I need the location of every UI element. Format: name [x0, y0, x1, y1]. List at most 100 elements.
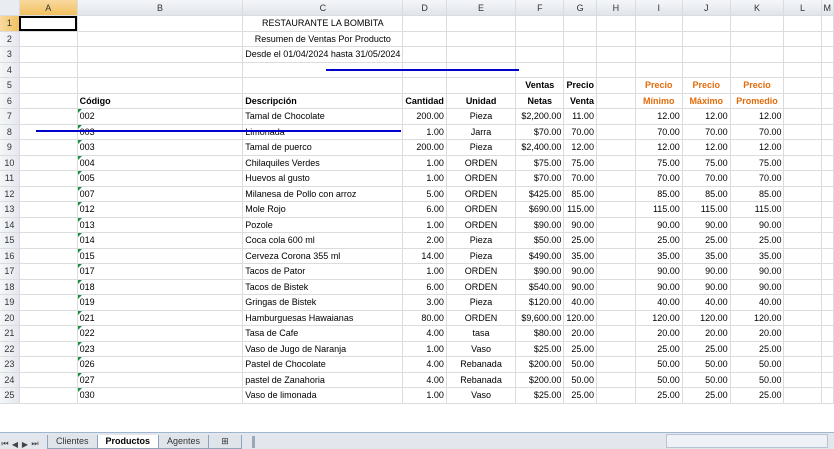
column-header-f[interactable]: F	[515, 0, 565, 16]
cell-c6[interactable]: Descripción	[242, 93, 404, 109]
cell-b17[interactable]: 017	[77, 263, 244, 280]
cell-h9[interactable]	[596, 139, 636, 156]
cell-m7[interactable]	[821, 108, 834, 125]
column-header-e[interactable]: E	[446, 0, 517, 16]
cell-g19[interactable]: 40.00	[563, 294, 597, 311]
cell-l24[interactable]	[783, 372, 822, 388]
cell-f9[interactable]: $2,400.00	[515, 139, 565, 156]
cell-f22[interactable]: $25.00	[515, 341, 565, 357]
cell-h20[interactable]	[596, 310, 636, 326]
cell-h15[interactable]	[596, 232, 636, 249]
cell-g18[interactable]: 90.00	[563, 279, 597, 295]
cell-a11[interactable]	[19, 170, 78, 187]
cell-b9[interactable]: 003	[77, 139, 244, 156]
cell-b15[interactable]: 014	[77, 232, 244, 249]
cell-c25[interactable]: Vaso de limonada	[242, 387, 404, 404]
row-header[interactable]: 16	[0, 248, 20, 264]
cell-i17[interactable]: 90.00	[635, 263, 683, 280]
row-header[interactable]: 15	[0, 232, 20, 249]
cell-k3[interactable]	[730, 46, 785, 63]
cell-m4[interactable]	[821, 62, 834, 78]
cell-h12[interactable]	[596, 186, 636, 202]
cell-c12[interactable]: Milanesa de Pollo con arroz	[242, 186, 404, 202]
cell-d19[interactable]: 3.00	[402, 294, 447, 311]
row-header[interactable]: 9	[0, 139, 20, 156]
cell-d21[interactable]: 4.00	[402, 325, 447, 342]
cell-a2[interactable]	[19, 31, 78, 47]
cell-e5[interactable]	[446, 77, 517, 94]
cell-c11[interactable]: Huevos al gusto	[242, 170, 404, 187]
cell-e20[interactable]: ORDEN	[446, 310, 517, 326]
cell-b11[interactable]: 005	[77, 170, 244, 187]
cell-g7[interactable]: 11.00	[563, 108, 597, 125]
row-header[interactable]: 7	[0, 108, 20, 125]
cell-d10[interactable]: 1.00	[402, 155, 447, 171]
cell-c24[interactable]: pastel de Zanahoria	[242, 372, 404, 388]
cell-j13[interactable]: 115.00	[682, 201, 731, 218]
cell-l20[interactable]	[783, 310, 822, 326]
cell-l15[interactable]	[783, 232, 822, 249]
cell-j8[interactable]: 70.00	[682, 124, 731, 140]
column-header-d[interactable]: D	[402, 0, 447, 16]
row-header[interactable]: 3	[0, 46, 20, 63]
cell-c2[interactable]: Resumen de Ventas Por Producto	[242, 31, 404, 47]
cell-j2[interactable]	[682, 31, 731, 47]
cell-f11[interactable]: $70.00	[515, 170, 565, 187]
cell-c7[interactable]: Tamal de Chocolate	[242, 108, 404, 125]
cell-g17[interactable]: 90.00	[563, 263, 597, 280]
cell-f25[interactable]: $25.00	[515, 387, 565, 404]
cell-a18[interactable]	[19, 279, 78, 295]
cell-i6[interactable]: Mínimo	[635, 93, 683, 109]
cell-i14[interactable]: 90.00	[635, 217, 683, 233]
cell-g2[interactable]	[563, 31, 597, 47]
cell-f19[interactable]: $120.00	[515, 294, 565, 311]
cell-l23[interactable]	[783, 356, 822, 373]
cell-g13[interactable]: 115.00	[563, 201, 597, 218]
cell-h18[interactable]	[596, 279, 636, 295]
cell-k19[interactable]: 40.00	[730, 294, 785, 311]
cell-d2[interactable]	[402, 31, 447, 47]
column-header-a[interactable]: A	[19, 0, 78, 16]
cell-g23[interactable]: 50.00	[563, 356, 597, 373]
cell-e24[interactable]: Rebanada	[446, 372, 517, 388]
cell-b5[interactable]	[77, 77, 244, 94]
cell-k18[interactable]: 90.00	[730, 279, 785, 295]
cell-d12[interactable]: 5.00	[402, 186, 447, 202]
cell-h17[interactable]	[596, 263, 636, 280]
row-header[interactable]: 4	[0, 62, 20, 78]
cell-d7[interactable]: 200.00	[402, 108, 447, 125]
cell-k14[interactable]: 90.00	[730, 217, 785, 233]
cell-c17[interactable]: Tacos de Pator	[242, 263, 404, 280]
row-header[interactable]: 25	[0, 387, 20, 404]
cell-m19[interactable]	[821, 294, 834, 311]
cell-j12[interactable]: 85.00	[682, 186, 731, 202]
cell-h6[interactable]	[596, 93, 636, 109]
cell-h5[interactable]	[596, 77, 636, 94]
cell-f14[interactable]: $90.00	[515, 217, 565, 233]
cell-f13[interactable]: $690.00	[515, 201, 565, 218]
cell-k9[interactable]: 12.00	[730, 139, 785, 156]
cell-e19[interactable]: Pieza	[446, 294, 517, 311]
cell-k13[interactable]: 115.00	[730, 201, 785, 218]
cell-i11[interactable]: 70.00	[635, 170, 683, 187]
cell-h19[interactable]	[596, 294, 636, 311]
cell-e17[interactable]: ORDEN	[446, 263, 517, 280]
column-header-m[interactable]: M	[821, 0, 834, 16]
cell-m13[interactable]	[821, 201, 834, 218]
cell-d17[interactable]: 1.00	[402, 263, 447, 280]
cell-c20[interactable]: Hamburguesas Hawaianas	[242, 310, 404, 326]
cell-g24[interactable]: 50.00	[563, 372, 597, 388]
cell-l8[interactable]	[783, 124, 822, 140]
cell-l5[interactable]	[783, 77, 822, 94]
cell-l11[interactable]	[783, 170, 822, 187]
cell-d16[interactable]: 14.00	[402, 248, 447, 264]
cell-j1[interactable]	[682, 15, 731, 32]
cell-e14[interactable]: ORDEN	[446, 217, 517, 233]
cell-i22[interactable]: 25.00	[635, 341, 683, 357]
cell-g25[interactable]: 25.00	[563, 387, 597, 404]
cell-i12[interactable]: 85.00	[635, 186, 683, 202]
cell-c13[interactable]: Mole Rojo	[242, 201, 404, 218]
cell-j5[interactable]: Precio	[682, 77, 731, 94]
cell-f16[interactable]: $490.00	[515, 248, 565, 264]
cell-m12[interactable]	[821, 186, 834, 202]
